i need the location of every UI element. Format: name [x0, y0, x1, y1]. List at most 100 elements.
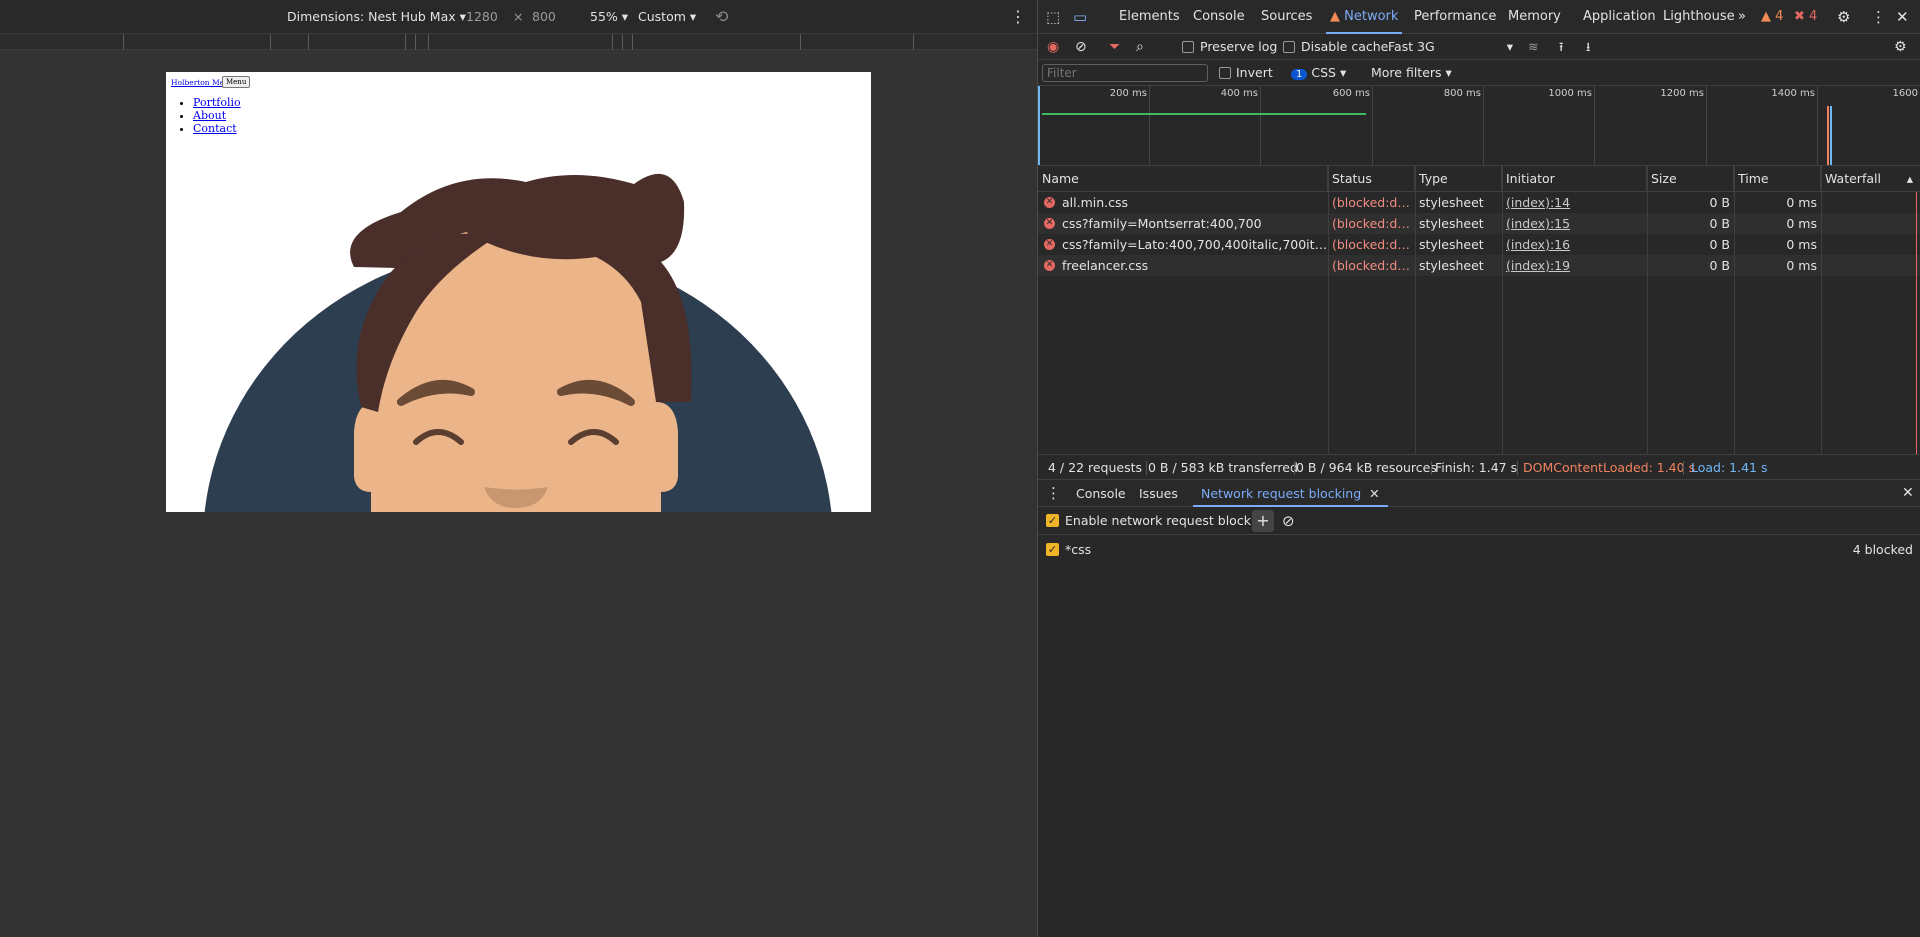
network-overview[interactable]: 200 ms 400 ms 600 ms 800 ms 1000 ms 1200…: [1038, 86, 1920, 166]
warning-icon: ▲: [1330, 9, 1340, 24]
more-filters-select[interactable]: More filters ▾: [1371, 60, 1452, 86]
disable-cache-checkbox[interactable]: [1283, 41, 1295, 53]
menu-button[interactable]: Menu: [222, 76, 251, 88]
throttle-select[interactable]: Custom ▾: [638, 0, 696, 34]
timeline-start-marker: [1038, 86, 1040, 165]
customize-menu-icon[interactable]: ⋮: [1871, 0, 1886, 34]
site-brand-link[interactable]: Holberton Me: [171, 78, 224, 87]
tab-lighthouse[interactable]: Lighthouse: [1663, 0, 1735, 34]
col-name[interactable]: Name: [1038, 166, 1328, 192]
invert-checkbox[interactable]: [1219, 67, 1231, 79]
tab-application[interactable]: Application: [1583, 0, 1656, 34]
viewport-width-input[interactable]: 1280: [466, 0, 498, 34]
pattern-checkbox[interactable]: ✓: [1046, 543, 1059, 556]
blocking-pattern-item[interactable]: ✓ *css 4 blocked: [1038, 538, 1920, 562]
avatar-illustration: [204, 173, 832, 512]
close-devtools-icon[interactable]: ✕: [1896, 0, 1909, 34]
timeline-tick: 1600: [1892, 88, 1918, 99]
rotate-icon[interactable]: ⟲: [715, 0, 728, 34]
timeline-bar: [1042, 113, 1366, 115]
import-har-icon[interactable]: ⭱: [1559, 34, 1563, 60]
tab-network[interactable]: ▲ Network: [1326, 0, 1403, 34]
pattern-text: *css: [1065, 542, 1092, 557]
nav-link-contact[interactable]: Contact: [193, 122, 237, 135]
enable-blocking-checkbox[interactable]: ✓: [1046, 514, 1059, 527]
network-toolbar: ◉ ⊘ ⏷ ⌕ Preserve log Disable cache Fast …: [1038, 34, 1920, 60]
network-summary-bar: 4 / 22 requests 0 B / 583 kB transferred…: [1038, 454, 1920, 480]
record-stop-icon[interactable]: ◉: [1047, 34, 1059, 60]
nav-link-about[interactable]: About: [193, 109, 226, 122]
drawer-tab-issues[interactable]: Issues: [1139, 480, 1178, 507]
col-status[interactable]: Status: [1328, 166, 1415, 192]
table-row[interactable]: ✕ all.min.css (blocked:de… stylesheet (i…: [1038, 192, 1920, 213]
more-options-icon[interactable]: ⋮: [1010, 0, 1026, 34]
add-pattern-icon[interactable]: +: [1252, 510, 1274, 532]
errors-badge[interactable]: ✖ 4: [1794, 0, 1817, 34]
tab-console[interactable]: Console: [1193, 0, 1245, 34]
sort-ascending-icon: ▴: [1906, 171, 1913, 186]
filter-icon[interactable]: ⏷: [1109, 34, 1120, 60]
disable-cache-label: Disable cache: [1301, 39, 1389, 54]
timeline-tick: 200 ms: [1109, 88, 1147, 99]
search-icon[interactable]: ⌕: [1136, 34, 1144, 60]
timeline-tick: 400 ms: [1220, 88, 1258, 99]
close-tab-icon[interactable]: ✕: [1369, 486, 1379, 501]
filter-bar: Invert 1 CSS ▾ More filters ▾: [1038, 60, 1920, 86]
drawer-menu-icon[interactable]: ⋮: [1046, 480, 1061, 507]
col-initiator[interactable]: Initiator: [1502, 166, 1647, 192]
finish-time: Finish: 1.47 s: [1435, 460, 1518, 475]
initiator-link[interactable]: (index):19: [1502, 255, 1647, 276]
filter-input[interactable]: [1042, 64, 1208, 82]
timeline-tick: 600 ms: [1332, 88, 1370, 99]
warnings-badge[interactable]: ▲ 4: [1761, 0, 1783, 34]
initiator-link[interactable]: (index):15: [1502, 213, 1647, 234]
close-drawer-icon[interactable]: ✕: [1902, 480, 1914, 507]
preserve-log-checkbox[interactable]: [1182, 41, 1194, 53]
drawer-tabbar: ⋮ Console Issues Network request blockin…: [1038, 480, 1920, 507]
device-toolbar: Dimensions: Nest Hub Max ▾ 1280 × 800 55…: [0, 0, 1037, 34]
remove-all-patterns-icon[interactable]: ⊘: [1282, 507, 1295, 535]
requests-count: 4 / 22 requests: [1048, 460, 1143, 475]
domcontentloaded-time: DOMContentLoaded: 1.40 s: [1523, 460, 1696, 475]
settings-gear-icon[interactable]: ⚙: [1837, 0, 1850, 34]
tab-sources[interactable]: Sources: [1261, 0, 1312, 34]
timeline-tick: 1000 ms: [1548, 88, 1592, 99]
device-dimensions-select[interactable]: Dimensions: Nest Hub Max ▾: [287, 0, 466, 34]
emulated-viewport[interactable]: Holberton Me Menu Portfolio About Contac…: [166, 72, 871, 512]
network-conditions-icon[interactable]: ≋: [1528, 34, 1538, 60]
media-query-ruler[interactable]: [0, 34, 1037, 50]
device-toggle-icon[interactable]: ▭: [1073, 0, 1087, 34]
tab-memory[interactable]: Memory: [1508, 0, 1561, 34]
table-row[interactable]: ✕ css?family=Lato:400,700,400italic,700i…: [1038, 234, 1920, 255]
network-settings-icon[interactable]: ⚙: [1894, 34, 1907, 60]
waterfall-marker: [1916, 192, 1917, 454]
more-tabs-icon[interactable]: »: [1738, 0, 1746, 34]
col-waterfall[interactable]: Waterfall ▴: [1821, 166, 1920, 192]
enable-blocking-label: Enable network request blocking: [1065, 513, 1271, 528]
col-size[interactable]: Size: [1647, 166, 1734, 192]
load-time: Load: 1.41 s: [1691, 460, 1768, 475]
drawer-tab-console[interactable]: Console: [1076, 480, 1126, 507]
resource-type-select[interactable]: 1 CSS ▾: [1291, 60, 1346, 86]
nav-link-portfolio[interactable]: Portfolio: [193, 96, 241, 109]
throttling-select[interactable]: Fast 3G ▾: [1388, 34, 1513, 60]
drawer-tab-network-request-blocking[interactable]: Network request blocking ✕: [1193, 480, 1388, 507]
requests-table-header: Name Status Type Initiator Size Time Wat…: [1038, 166, 1920, 192]
col-time[interactable]: Time: [1734, 166, 1821, 192]
tab-performance[interactable]: Performance: [1414, 0, 1496, 34]
clear-icon[interactable]: ⊘: [1075, 34, 1087, 60]
zoom-select[interactable]: 55% ▾: [590, 0, 628, 34]
viewport-height-input[interactable]: 800: [532, 0, 556, 34]
col-type[interactable]: Type: [1415, 166, 1502, 192]
table-row[interactable]: ✕ css?family=Montserrat:400,700 (blocked…: [1038, 213, 1920, 234]
devtools-tabbar: ⬚ ▭ Elements Console Sources ▲ Network P…: [1038, 0, 1920, 34]
devtools-panel: ⬚ ▭ Elements Console Sources ▲ Network P…: [1037, 0, 1920, 937]
initiator-link[interactable]: (index):16: [1502, 234, 1647, 255]
tab-elements[interactable]: Elements: [1119, 0, 1180, 34]
transferred-size: 0 B / 583 kB transferred: [1148, 460, 1298, 475]
export-har-icon[interactable]: ⭳: [1586, 34, 1590, 60]
initiator-link[interactable]: (index):14: [1502, 192, 1647, 213]
table-row[interactable]: ✕ freelancer.css (blocked:de… stylesheet…: [1038, 255, 1920, 276]
inspect-element-icon[interactable]: ⬚: [1046, 0, 1060, 34]
dcl-marker: [1827, 106, 1829, 165]
